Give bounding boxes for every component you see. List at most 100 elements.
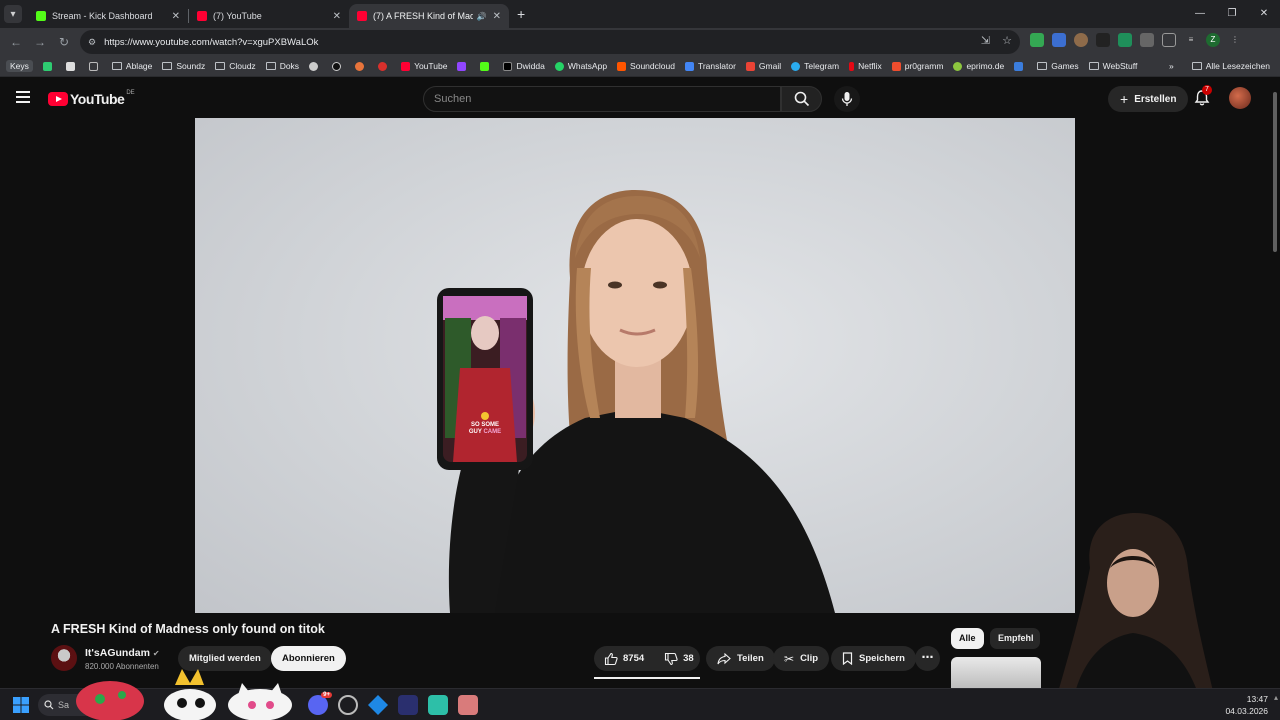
bookmark-app-icon[interactable]	[65, 61, 79, 71]
extension-icon[interactable]	[1140, 33, 1154, 47]
channel-name[interactable]: It'sAGundam ✔	[85, 647, 160, 659]
extension-icon[interactable]	[1074, 33, 1088, 47]
tab-kick-dashboard[interactable]: Stream - Kick Dashboard ✕	[28, 4, 188, 28]
bookmark-games[interactable]: Games	[1037, 61, 1079, 71]
dislike-button[interactable]: 38	[654, 652, 704, 666]
like-button[interactable]: 8754	[594, 652, 654, 666]
soundcloud-icon	[617, 61, 627, 71]
folder-icon	[1191, 62, 1202, 70]
more-actions-button[interactable]: ⋯	[915, 646, 940, 671]
scrollbar-thumb[interactable]	[1273, 92, 1277, 252]
reading-list-icon[interactable]: ≡	[1184, 33, 1198, 47]
scissors-icon: ✂	[784, 651, 795, 666]
notepad-icon[interactable]	[428, 695, 448, 715]
extension-icon[interactable]	[1030, 33, 1044, 47]
bookmark-telegram[interactable]: Telegram	[791, 61, 839, 71]
notifications-button[interactable]: 7	[1193, 85, 1212, 107]
bookmark-site-icon[interactable]	[332, 61, 345, 71]
site-info-icon[interactable]: ⚙	[88, 37, 96, 48]
windows-taskbar: Sa 9+ 13:47 04.03.2026 ▴	[0, 669, 1280, 720]
bookmark-dwidda[interactable]: Dwidda	[503, 61, 545, 71]
gmail-icon	[745, 61, 755, 71]
minimize-icon[interactable]: —	[1184, 0, 1216, 28]
menu-hamburger-icon[interactable]	[16, 91, 30, 106]
back-icon[interactable]: ←	[4, 35, 28, 49]
close-tab-icon[interactable]: ✕	[333, 11, 341, 22]
app-icon[interactable]	[368, 695, 388, 715]
extension-icon[interactable]	[1096, 33, 1110, 47]
bookmark-keys[interactable]: Keys	[6, 60, 33, 72]
speaker-icon[interactable]: 🔊	[477, 12, 487, 21]
bookmark-twitch-icon[interactable]	[457, 61, 470, 71]
telegram-icon	[791, 61, 801, 71]
bookmark-label: pr0gramm	[904, 61, 944, 71]
bookmark-kick-icon[interactable]	[480, 61, 493, 71]
extension-icon[interactable]	[1118, 33, 1132, 47]
video-player[interactable]: SO SOME GUY CAME	[195, 118, 1075, 613]
bookmark-doks[interactable]: Doks	[265, 61, 299, 71]
tab-search-icon[interactable]: ▾	[4, 5, 22, 23]
bookmark-eprimo[interactable]: eprimo.de	[953, 61, 1004, 71]
clock-date: 04.03.2026	[1225, 706, 1268, 716]
bookmark-pr0gramm[interactable]: pr0gramm	[891, 61, 944, 71]
discord-icon[interactable]: 9+	[308, 692, 332, 715]
bookmark-site-icon[interactable]	[309, 61, 322, 71]
bookmark-label: Telegram	[804, 61, 840, 71]
save-button[interactable]: Speichern	[831, 646, 916, 671]
forward-icon[interactable]: →	[28, 35, 52, 49]
bookmark-star-icon[interactable]: ☆	[1002, 34, 1012, 47]
bookmark-whatsapp[interactable]: WhatsApp	[554, 61, 607, 71]
image-app-icon[interactable]	[458, 695, 478, 715]
system-clock[interactable]: 13:47 04.03.2026	[1225, 693, 1268, 717]
close-tab-icon[interactable]: ✕	[493, 11, 501, 22]
profile-icon[interactable]: Z	[1206, 33, 1220, 47]
phone-caption-word: GUY	[468, 429, 482, 435]
create-button[interactable]: + Erstellen	[1108, 86, 1189, 112]
bookmark-ablage[interactable]: Ablage	[111, 61, 152, 71]
close-tab-icon[interactable]: ✕	[172, 11, 180, 22]
bookmark-app-icon[interactable]	[42, 61, 56, 71]
voice-search-button[interactable]	[834, 86, 860, 112]
bookmark-site-icon[interactable]	[355, 61, 368, 71]
account-avatar[interactable]	[1229, 87, 1251, 109]
tab-youtube-video[interactable]: (7) A FRESH Kind of Madne 🔊 ✕	[349, 4, 509, 28]
install-app-icon[interactable]: ⇲	[981, 34, 990, 47]
clip-button[interactable]: ✂ Clip	[773, 646, 830, 671]
bookmark-youtube[interactable]: YouTube	[401, 61, 447, 71]
search-button[interactable]	[781, 86, 822, 112]
extension-icon[interactable]	[1052, 33, 1066, 47]
new-tab-button[interactable]: +	[517, 6, 525, 22]
bookmark-gmail[interactable]: Gmail	[745, 61, 781, 71]
bookmark-netflix[interactable]: Netflix	[849, 61, 882, 71]
obs-icon[interactable]	[338, 695, 358, 715]
bookmark-translator[interactable]: Translator	[684, 61, 736, 71]
all-bookmarks-button[interactable]: Alle Lesezeichen	[1191, 61, 1270, 71]
bookmark-webstuff[interactable]: WebStuff	[1088, 61, 1137, 71]
bookmarks-bar: Keys Ablage Soundz Cloudz Doks YouTube D…	[0, 56, 1280, 77]
bookmark-grid-icon[interactable]	[88, 61, 102, 71]
address-bar[interactable]: ⚙ https://www.youtube.com/watch?v=xguPXB…	[80, 30, 1020, 54]
chip-all[interactable]: Alle	[951, 628, 984, 649]
windows-start-icon[interactable]	[13, 697, 29, 713]
recommended-video-thumbnail[interactable]	[951, 657, 1041, 688]
bookmark-soundcloud[interactable]: Soundcloud	[617, 61, 675, 71]
menu-dots-icon[interactable]: ⋮	[1228, 33, 1242, 47]
youtube-logo[interactable]: YouTube DE	[48, 90, 135, 107]
bookmarks-overflow-button[interactable]: »	[1169, 61, 1174, 71]
bookmark-cloudz[interactable]: Cloudz	[215, 61, 256, 71]
tab-youtube-home[interactable]: (7) YouTube ✕	[189, 4, 349, 28]
url-text[interactable]: https://www.youtube.com/watch?v=xguPXBWa…	[104, 37, 318, 48]
share-button[interactable]: Teilen	[706, 646, 775, 671]
page-scrollbar[interactable]	[1270, 78, 1280, 688]
extensions-puzzle-icon[interactable]	[1162, 33, 1176, 47]
bookmark-site-icon[interactable]	[378, 61, 391, 71]
save-label: Speichern	[859, 653, 905, 664]
bookmark-soundz[interactable]: Soundz	[162, 61, 205, 71]
close-window-icon[interactable]: ✕	[1248, 0, 1280, 28]
search-input[interactable]: Suchen	[423, 86, 781, 112]
reload-icon[interactable]: ↻	[52, 35, 76, 49]
audio-app-icon[interactable]	[398, 695, 418, 715]
show-desktop-icon[interactable]: ▴	[1274, 693, 1278, 702]
bookmark-site-icon[interactable]	[1014, 61, 1027, 71]
restore-icon[interactable]: ❐	[1216, 0, 1248, 28]
